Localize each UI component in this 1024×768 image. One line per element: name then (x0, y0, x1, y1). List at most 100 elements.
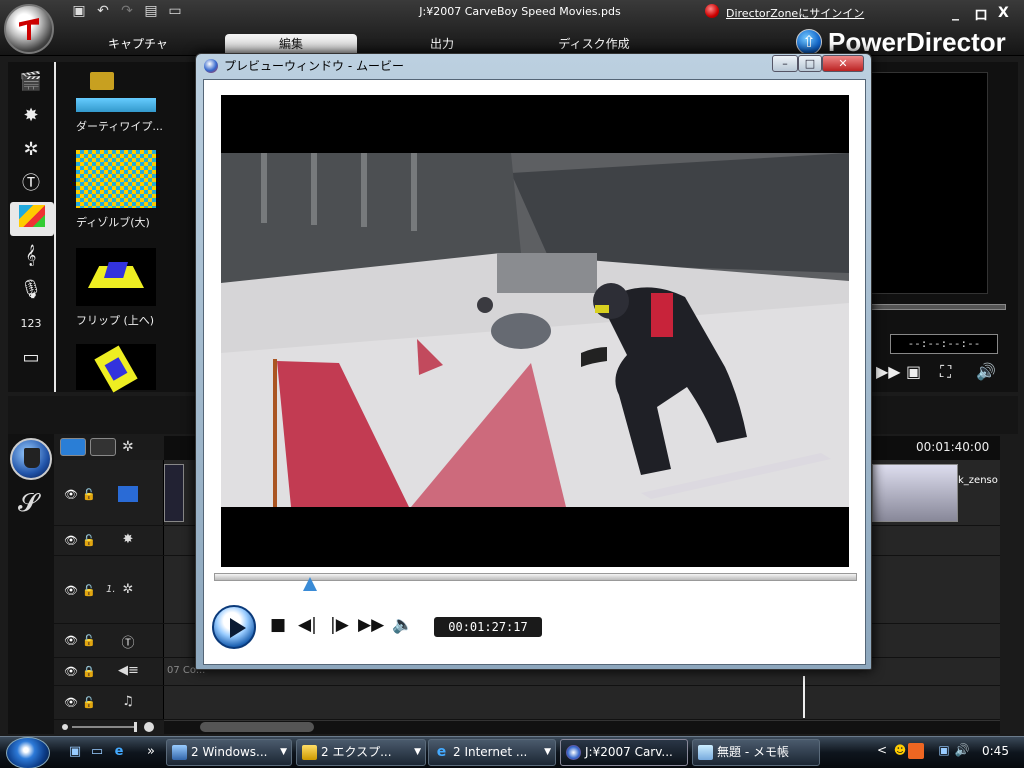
timeline-playhead[interactable] (803, 676, 805, 718)
quicklaunch-overflow[interactable]: » (142, 744, 160, 760)
volume-icon[interactable]: 🔈 (392, 614, 413, 636)
subtitle-room-icon[interactable]: ▭ (16, 344, 46, 372)
track-header: 👁 🔒 ◀≡ (54, 658, 164, 685)
taskbar-button-powerdirector[interactable]: J:¥2007 Carv... (560, 739, 688, 766)
unlock-icon[interactable]: 🔓 (82, 696, 96, 709)
flip-up-thumbnail[interactable] (76, 248, 156, 306)
taskbar-button-windows[interactable]: 2 Windows... ▼ (166, 739, 292, 766)
speaker-icon[interactable]: 🔊 (954, 743, 970, 759)
preview-timecode: --:--:--:-- (890, 334, 998, 354)
unlock-icon[interactable]: 🔓 (82, 634, 96, 647)
next-frame-icon[interactable]: |▶ (330, 614, 349, 636)
open-folder-icon[interactable]: ▭ (166, 3, 184, 19)
timeline-scroll-thumb[interactable] (200, 722, 314, 732)
directorzone-signin-link[interactable]: DirectorZoneにサインイン (708, 5, 864, 21)
pip-room-icon[interactable]: ✲ (16, 136, 46, 164)
dirty-wipe-thumbnail[interactable] (76, 98, 156, 112)
network-icon[interactable]: ▣ (936, 743, 952, 759)
powerdirector-logo-icon[interactable] (4, 4, 54, 54)
play-button[interactable] (212, 605, 256, 649)
eye-icon[interactable]: 👁 (64, 665, 78, 678)
flip-thumbnail[interactable] (76, 344, 156, 393)
chapter-room-icon[interactable]: 123 (16, 310, 46, 338)
voice-track-icon: ◀≡ (118, 663, 139, 678)
eye-icon[interactable]: 👁 (64, 634, 78, 647)
fast-forward-icon[interactable]: ▶▶ (876, 362, 901, 381)
preview-window: プレビューウィンドウ - ムービー – □ ✕ ■ ◀| |▶ ▶▶ 🔈 00:… (195, 53, 872, 670)
preview-slider[interactable] (870, 304, 1006, 310)
music-track[interactable]: 👁 🔓 ♫ (54, 686, 1000, 720)
tab-capture[interactable]: キャプチャ (100, 34, 176, 56)
eye-icon[interactable]: 👁 (64, 534, 78, 547)
transition-library: ダーティワイプ... ディゾルブ(大) フリップ (上へ) (54, 62, 196, 393)
safe-zone-icon[interactable]: ▣ (906, 362, 921, 381)
timeline-zoom-slider[interactable] (60, 722, 156, 732)
top-bar: ▣ ↶ ↷ ▤ ▭ J:¥2007 CarveBoy Speed Movies.… (0, 0, 1024, 57)
library-item-label: ダーティワイプ... (76, 120, 163, 133)
library-item-label: フリップ (上へ) (76, 314, 155, 327)
chevron-down-icon: ▼ (544, 747, 551, 757)
magic-style-icon[interactable]: 𝓢 (18, 488, 38, 519)
unlock-icon[interactable]: 🔓 (82, 488, 96, 501)
magic-tools-icon[interactable] (10, 438, 52, 480)
chevron-down-icon: ▼ (414, 747, 421, 757)
dissolve-large-thumbnail[interactable] (76, 150, 156, 208)
powerdirector-icon (566, 745, 581, 760)
taskbar-button-explorer[interactable]: 2 エクスプ... ▼ (296, 739, 426, 766)
preview-minimize-button[interactable]: – (772, 55, 798, 72)
lock-icon[interactable]: 🔒 (82, 665, 96, 678)
timeline-view-icon[interactable] (60, 438, 86, 456)
clip-label: k_zenso (958, 475, 998, 486)
video-clip[interactable] (872, 464, 958, 522)
audio-mixing-icon[interactable]: 𝄞 (16, 242, 46, 270)
voiceover-icon[interactable]: 🎙 (16, 276, 46, 304)
minimize-button[interactable]: _ (952, 5, 959, 21)
ruler-time: 00:01:40:00 (916, 440, 990, 454)
effect-room-icon[interactable]: ✸ (16, 102, 46, 130)
taskbar-button-internet[interactable]: e 2 Internet ... ▼ (428, 739, 556, 766)
new-file-icon[interactable]: ▤ (142, 3, 160, 19)
add-track-icon[interactable]: ✲ (122, 438, 148, 456)
preview-window-body: ■ ◀| |▶ ▶▶ 🔈 00:01:27:17 (203, 79, 866, 665)
start-button[interactable] (6, 737, 50, 768)
tray-security-icon[interactable] (908, 743, 924, 759)
show-desktop-icon[interactable]: ▣ (66, 744, 84, 760)
eye-icon[interactable]: 👁 (64, 696, 78, 709)
unlock-icon[interactable]: 🔓 (82, 534, 96, 547)
switch-windows-icon[interactable]: ▭ (88, 744, 106, 760)
video-track-icon (118, 486, 138, 502)
eye-icon[interactable]: 👁 (64, 584, 78, 597)
media-room-icon[interactable]: 🎬 (16, 68, 46, 96)
window-icon (172, 745, 187, 760)
previous-frame-icon[interactable]: ◀| (298, 614, 317, 636)
tray-app-icon[interactable]: ☻ (892, 743, 908, 759)
transition-room-icon[interactable] (10, 202, 54, 236)
video-clip[interactable] (164, 464, 184, 522)
video-display[interactable] (221, 95, 849, 567)
music-track-icon: ♫ (122, 694, 134, 709)
undo-icon[interactable]: ↶ (94, 3, 112, 19)
eye-icon[interactable]: 👁 (64, 488, 78, 501)
preview-screen (870, 72, 988, 294)
redo-icon[interactable]: ↷ (118, 3, 136, 19)
fullscreen-icon[interactable]: ⛶ (940, 362, 951, 382)
powerdirector-window-icon (204, 59, 218, 73)
title-room-icon[interactable]: Ⓣ (16, 170, 46, 198)
preview-maximize-button[interactable]: □ (798, 55, 822, 72)
storyboard-view-icon[interactable] (90, 438, 116, 456)
restore-button[interactable]: ロ (974, 5, 988, 25)
unlock-icon[interactable]: 🔓 (82, 584, 96, 597)
preview-close-button[interactable]: ✕ (822, 55, 864, 72)
folder-icon[interactable] (90, 72, 114, 90)
taskbar-button-notepad[interactable]: 無題 - メモ帳 (692, 739, 820, 766)
snowboard-scene (221, 153, 849, 507)
preview-seek-thumb[interactable] (303, 577, 318, 591)
close-button[interactable]: X (998, 5, 1009, 21)
save-icon[interactable]: ▣ (70, 3, 88, 19)
volume-icon[interactable]: 🔊 (976, 362, 996, 381)
fast-forward-icon[interactable]: ▶▶ (358, 614, 384, 636)
internet-explorer-icon[interactable]: e (110, 744, 128, 760)
library-item-label: ディゾルブ(大) (76, 216, 150, 229)
tray-expand-icon[interactable]: < (874, 743, 890, 759)
stop-icon[interactable]: ■ (270, 614, 286, 636)
